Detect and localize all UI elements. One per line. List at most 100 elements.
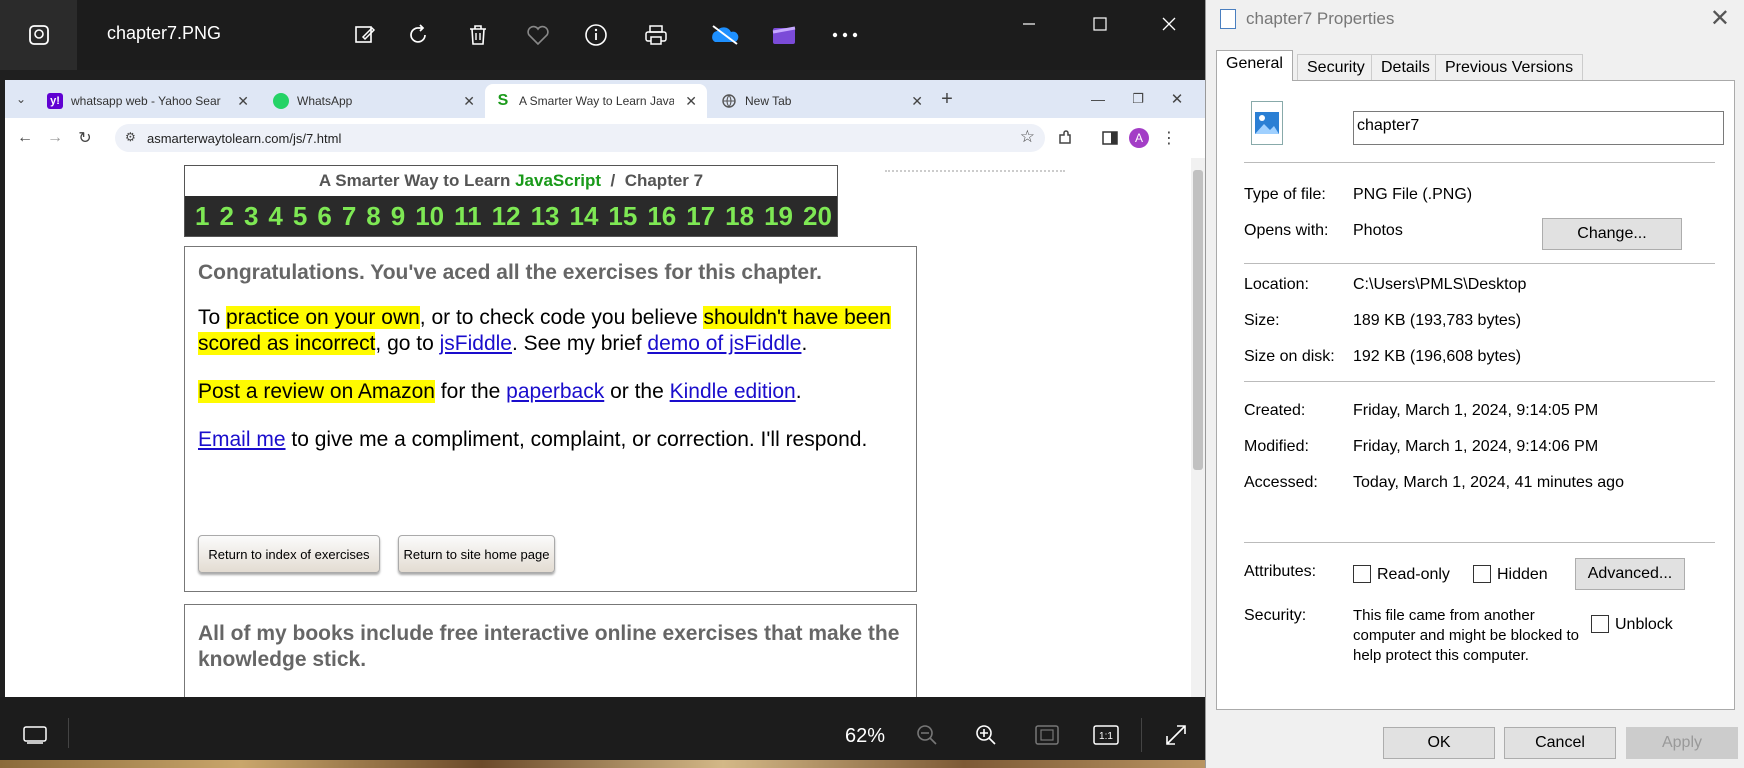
email-link[interactable]: Email me: [198, 428, 286, 451]
edit-image-icon[interactable]: [349, 19, 381, 51]
tab-previous-versions[interactable]: Previous Versions: [1435, 54, 1584, 80]
chapter-link[interactable]: 2: [219, 201, 233, 232]
delete-icon[interactable]: [462, 19, 494, 51]
forward-icon[interactable]: →: [43, 126, 67, 150]
bookmark-star-icon[interactable]: ☆: [1020, 127, 1035, 147]
tab-general[interactable]: General: [1216, 50, 1293, 81]
clipchamp-icon[interactable]: [768, 19, 800, 51]
browser-tab-whatsapp[interactable]: WhatsApp ✕: [263, 84, 485, 118]
size-on-disk-value: 192 KB (196,608 bytes): [1353, 348, 1522, 365]
photos-app-icon[interactable]: [0, 0, 77, 70]
tab-close-icon[interactable]: ✕: [463, 93, 475, 110]
extensions-icon[interactable]: [1053, 126, 1077, 150]
modified-label: Modified:: [1244, 438, 1309, 455]
paperback-link[interactable]: paperback: [506, 380, 604, 403]
ok-button[interactable]: OK: [1383, 727, 1495, 759]
chapter-link[interactable]: 18: [725, 201, 754, 232]
tab-details[interactable]: Details: [1371, 54, 1440, 80]
actual-size-icon[interactable]: 1:1: [1090, 721, 1122, 749]
chapter-link[interactable]: 12: [492, 201, 521, 232]
chapter-link[interactable]: 1: [195, 201, 209, 232]
chapter-link[interactable]: 9: [391, 201, 405, 232]
maximize-icon[interactable]: [1082, 10, 1118, 38]
text: .: [801, 332, 808, 355]
tab-close-icon[interactable]: ✕: [911, 93, 923, 110]
zoom-out-icon[interactable]: [911, 721, 943, 749]
divider: [885, 170, 1065, 172]
kindle-link[interactable]: Kindle edition: [670, 380, 796, 403]
browser-tab-newtab[interactable]: New Tab ✕: [711, 84, 933, 118]
browser-tab-bar: ⌄ y! whatsapp web - Yahoo Search R ✕ Wha…: [5, 80, 1205, 118]
browser-close-icon[interactable]: ✕: [1165, 87, 1189, 111]
reload-icon[interactable]: ↻: [73, 126, 97, 150]
onedrive-icon[interactable]: [709, 19, 741, 51]
hidden-checkbox[interactable]: [1473, 565, 1491, 583]
divider: [1244, 162, 1715, 163]
chapter-link[interactable]: 16: [647, 201, 676, 232]
tab-search-icon[interactable]: ⌄: [9, 87, 33, 111]
text: To: [198, 306, 227, 329]
chapter-link[interactable]: 7: [342, 201, 356, 232]
more-icon[interactable]: [829, 19, 861, 51]
close-icon[interactable]: [1151, 10, 1187, 38]
unblock-checkbox[interactable]: [1591, 615, 1609, 633]
chapter-link[interactable]: 17: [686, 201, 715, 232]
created-value: Friday, March 1, 2024, 9:14:05 PM: [1353, 402, 1599, 419]
chapter-link[interactable]: 13: [531, 201, 560, 232]
address-bar[interactable]: ⚙ asmarterwaytolearn.com/js/7.html ☆: [115, 124, 1045, 152]
chapter-link[interactable]: 11: [454, 201, 482, 232]
dialog-close-icon[interactable]: ✕: [1710, 4, 1730, 33]
print-icon[interactable]: [640, 19, 672, 51]
apply-button[interactable]: Apply: [1626, 727, 1738, 759]
browser-tab-yahoo[interactable]: y! whatsapp web - Yahoo Search R ✕: [37, 84, 259, 118]
general-panel: chapter7 Type of file: PNG File (.PNG) O…: [1216, 80, 1735, 710]
whatsapp-icon: [273, 93, 289, 109]
site-info-icon[interactable]: ⚙: [125, 130, 136, 144]
unblock-label: Unblock: [1615, 616, 1673, 633]
new-tab-icon[interactable]: +: [935, 87, 959, 111]
chapter-link[interactable]: 14: [569, 201, 598, 232]
advanced-button[interactable]: Advanced...: [1575, 558, 1685, 590]
web-page: A Smarter Way to Learn JavaScript / Chap…: [5, 158, 1205, 697]
tab-close-icon[interactable]: ✕: [685, 93, 697, 110]
change-button[interactable]: Change...: [1542, 218, 1682, 250]
rotate-icon[interactable]: [403, 19, 435, 51]
zoom-in-icon[interactable]: [970, 721, 1002, 749]
browser-tab-smarterway[interactable]: S A Smarter Way to Learn JavaScri ✕: [485, 84, 707, 118]
info-icon[interactable]: [580, 19, 612, 51]
chapter-link[interactable]: 3: [244, 201, 258, 232]
readonly-checkbox[interactable]: [1353, 565, 1371, 583]
browser-minimize-icon[interactable]: —: [1086, 87, 1110, 111]
jsfiddle-link[interactable]: jsFiddle: [440, 332, 512, 355]
chapter-link[interactable]: 6: [317, 201, 331, 232]
attributes-label: Attributes:: [1244, 563, 1317, 580]
chapter-link[interactable]: 19: [764, 201, 793, 232]
file-name-input[interactable]: chapter7: [1353, 111, 1724, 145]
browser-restore-icon[interactable]: ❐: [1126, 87, 1150, 111]
return-home-button[interactable]: Return to site home page: [398, 535, 555, 573]
tab-close-icon[interactable]: ✕: [237, 93, 249, 110]
scrollbar-thumb[interactable]: [1193, 170, 1203, 470]
chapter-link[interactable]: 8: [366, 201, 380, 232]
page-scrollbar[interactable]: [1191, 158, 1205, 697]
side-panel-icon[interactable]: [1098, 126, 1122, 150]
filmstrip-icon[interactable]: [19, 721, 51, 749]
chapter-link[interactable]: 4: [268, 201, 282, 232]
text: .: [795, 380, 802, 403]
return-index-button[interactable]: Return to index of exercises: [198, 535, 380, 573]
profile-avatar[interactable]: A: [1127, 126, 1151, 150]
minimize-icon[interactable]: [1011, 10, 1047, 38]
tab-security[interactable]: Security: [1297, 54, 1375, 80]
chapter-link[interactable]: 5: [293, 201, 307, 232]
browser-menu-icon[interactable]: ⋮: [1157, 126, 1181, 150]
fullscreen-icon[interactable]: [1160, 721, 1192, 749]
cancel-button[interactable]: Cancel: [1504, 727, 1616, 759]
demo-jsfiddle-link[interactable]: demo of jsFiddle: [647, 332, 801, 355]
modified-value: Friday, March 1, 2024, 9:14:06 PM: [1353, 438, 1599, 455]
chapter-link[interactable]: 20: [803, 201, 832, 232]
chapter-link[interactable]: 15: [608, 201, 637, 232]
favorite-icon[interactable]: [522, 19, 554, 51]
chapter-link[interactable]: 10: [415, 201, 444, 232]
fit-to-window-icon[interactable]: [1031, 721, 1063, 749]
back-icon[interactable]: ←: [13, 126, 37, 150]
